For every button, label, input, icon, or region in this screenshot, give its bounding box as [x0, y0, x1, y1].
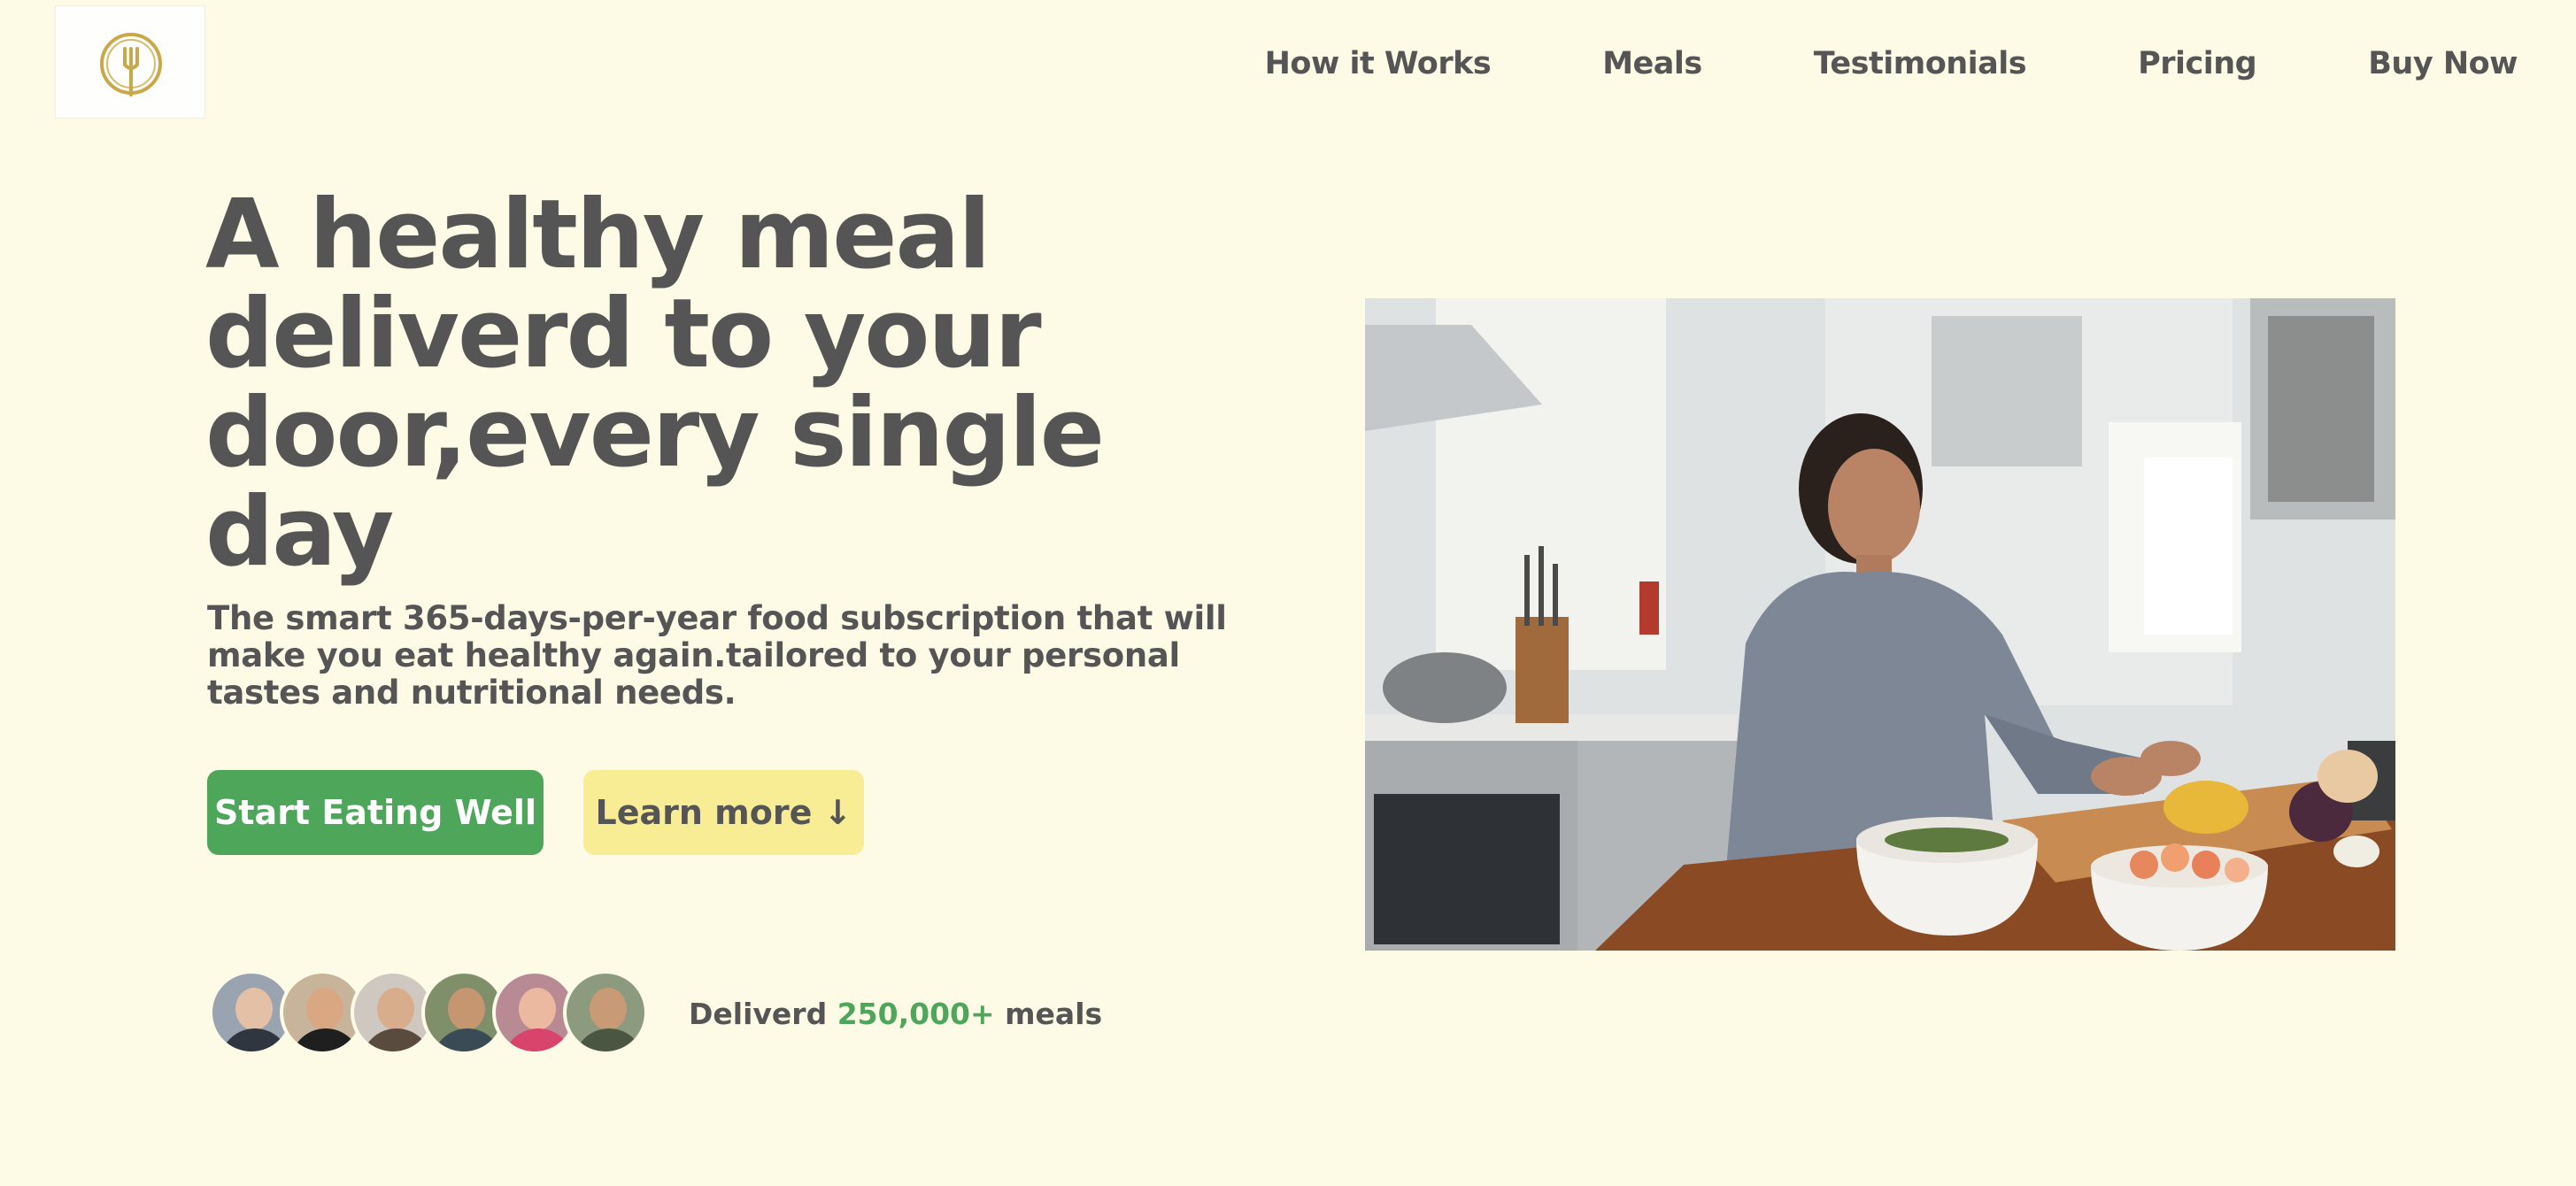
delivered-meals-text: Deliverd 250,000+ meals	[689, 991, 1102, 1037]
avatar	[563, 970, 648, 1055]
nav-how-it-works[interactable]: How it Works	[1265, 39, 1492, 89]
hero-subtitle: The smart 365-days-per-year food subscri…	[207, 599, 1227, 712]
fork-emblem-icon	[100, 33, 162, 96]
main-nav: How it Works Meals Testimonials Pricing …	[1265, 39, 2518, 89]
nav-pricing[interactable]: Pricing	[2138, 39, 2257, 89]
learn-more-button[interactable]: Learn more ↓	[583, 770, 864, 855]
hero-image	[1365, 298, 2395, 951]
nav-testimonials[interactable]: Testimonials	[1814, 39, 2027, 89]
woman-cooking-kitchen-photo	[1365, 298, 2395, 951]
hero-title: A healthy meal deliverd to your door,eve…	[205, 180, 1105, 588]
start-eating-well-button[interactable]: Start Eating Well	[207, 770, 544, 855]
delivered-suffix: meals	[1005, 997, 1103, 1031]
nav-buy-now[interactable]: Buy Now	[2368, 39, 2518, 89]
delivered-count: 250,000+	[837, 997, 995, 1031]
nav-meals[interactable]: Meals	[1602, 39, 1702, 89]
delivered-prefix: Deliverd	[689, 997, 828, 1031]
customer-avatars	[209, 970, 648, 1059]
logo[interactable]	[55, 5, 205, 119]
